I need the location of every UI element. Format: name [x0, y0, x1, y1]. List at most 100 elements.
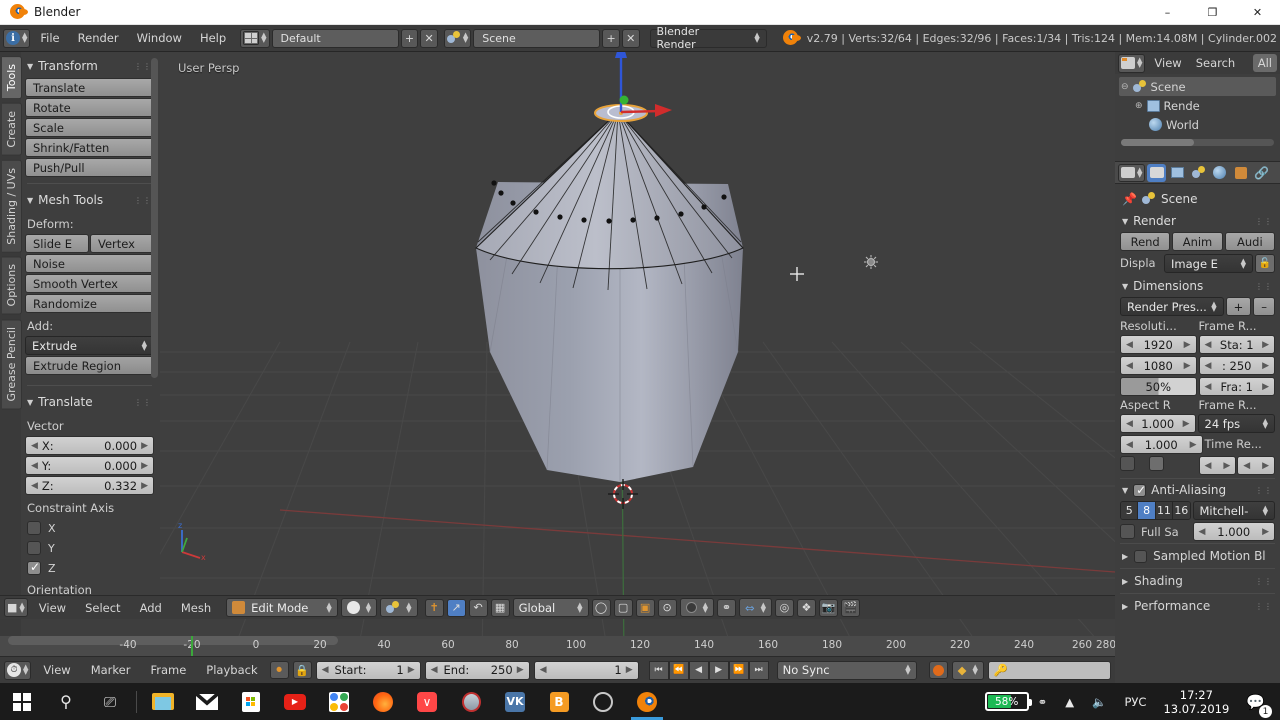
extrude-region-button[interactable]: Extrude Region — [25, 356, 154, 375]
motion-blur-checkbox[interactable] — [1134, 549, 1148, 563]
aliexpress-button[interactable]: ∨ — [405, 683, 449, 720]
tab-tools[interactable]: Tools — [2, 56, 22, 100]
properties-tab-render[interactable] — [1147, 163, 1167, 182]
menu-window[interactable]: Window — [129, 29, 190, 47]
snap-magnet-icon[interactable]: ⚭ — [716, 598, 736, 617]
search-button[interactable]: ⚲ — [44, 683, 88, 720]
keying-set-field[interactable]: 🔑 — [987, 660, 1111, 680]
menu-render[interactable]: Render — [70, 29, 127, 47]
timeline-scrollbar[interactable] — [8, 636, 338, 645]
outliner-item-renderlayers[interactable]: ⊕ Rende — [1119, 96, 1276, 115]
toolshelf-scrollbar-upper[interactable] — [151, 58, 158, 378]
tab-create[interactable]: Create — [2, 103, 22, 156]
prev-keyframe-icon[interactable]: ⏪ — [668, 660, 689, 680]
keyframe-type-selector[interactable]: ◆ ▲ ▼ — [951, 660, 984, 680]
outliner-horizontal-scrollbar[interactable] — [1121, 139, 1274, 146]
properties-tab-world[interactable] — [1210, 164, 1229, 182]
viber-button[interactable]: B — [537, 683, 581, 720]
aa-filter-dropdown[interactable]: Mitchell- ▲ ▼ — [1192, 501, 1275, 520]
time-remap-old-field[interactable]: ◀ ▶ — [1198, 456, 1237, 475]
task-view-button[interactable]: ⎚ — [88, 683, 132, 720]
rotate-button[interactable]: Rotate — [25, 98, 154, 117]
add-scene-button[interactable]: + — [602, 28, 620, 48]
screen-layout-selector[interactable]: ▲ ▼ — [240, 28, 270, 48]
vertex-select-icon[interactable]: ⊙ — [657, 598, 677, 617]
outliner-menu-search[interactable]: Search — [1191, 54, 1241, 72]
jump-start-icon[interactable]: ⏮ — [648, 660, 669, 680]
viewport-shading-selector[interactable]: ▲ ▼ — [340, 598, 378, 617]
properties-tab-scene[interactable] — [1189, 164, 1208, 182]
checkbox-x[interactable] — [27, 521, 41, 535]
render-animation-icon[interactable]: 🎬 — [840, 598, 860, 617]
vector-y-field[interactable]: ◀ Y: 0.000 ▶ — [25, 456, 154, 475]
antialiasing-panel-header[interactable]: ▼ Anti-Aliasing ⋮⋮ — [1120, 478, 1275, 501]
timeline-menu-marker[interactable]: Marker — [83, 661, 139, 679]
checkbox-y[interactable] — [27, 541, 41, 555]
display-mode-dropdown[interactable]: Image E ▲ ▼ — [1164, 254, 1253, 273]
scale-button[interactable]: Scale — [25, 118, 154, 137]
opera-button[interactable] — [449, 683, 493, 720]
translate-manipulator-icon[interactable]: ↗ — [446, 598, 466, 617]
border-checkbox[interactable] — [1120, 456, 1135, 471]
aspect-x-field[interactable]: ◀ 1.000 ▶ — [1120, 414, 1196, 433]
frame-step-field[interactable]: ◀ Fra: 1 ▶ — [1198, 377, 1275, 396]
resolution-percentage-slider[interactable]: 50% — [1120, 377, 1197, 396]
mesh-mirror-icon[interactable]: ❖ — [796, 598, 816, 617]
record-icon[interactable] — [928, 661, 948, 679]
minimize-button[interactable]: – — [1145, 0, 1190, 25]
play-icon[interactable]: ▶ — [708, 660, 729, 680]
tab-grease-pencil[interactable]: Grease Pencil — [2, 318, 22, 410]
translate-button[interactable]: Translate — [25, 78, 154, 97]
collapse-icon[interactable]: ⊖ — [1121, 82, 1129, 92]
clock[interactable]: 17:27 13.07.2019 — [1155, 688, 1237, 716]
proportional-edit-selector[interactable]: ▲ ▼ — [679, 598, 714, 617]
render-preset-dropdown[interactable]: Render Pres... ▲ ▼ — [1120, 297, 1224, 316]
current-frame-field[interactable]: ◀ 1 ▶ — [533, 660, 639, 680]
shading-panel[interactable]: ▶ Shading ⋮⋮ — [1120, 568, 1275, 593]
occlude-geometry-icon[interactable]: ▢ — [613, 598, 633, 617]
aa-sample-11[interactable]: 11 — [1155, 502, 1174, 519]
show-hidden-icons-button[interactable]: ▲ — [1056, 683, 1083, 720]
browser-button[interactable] — [581, 683, 625, 720]
extrude-dropdown[interactable]: Extrude ▲ ▼ — [25, 336, 154, 355]
slide-edge-button[interactable]: Slide E — [25, 234, 89, 253]
manipulator-toggle-icon[interactable]: ✝ — [424, 598, 444, 617]
frame-end-field[interactable]: ◀ : 250 ▶ — [1198, 356, 1275, 375]
crop-checkbox[interactable] — [1149, 456, 1164, 471]
next-keyframe-icon[interactable]: ⏩ — [728, 660, 749, 680]
timeline-ruler[interactable]: -40 -20 0 20 40 60 80 100 120 140 160 18… — [0, 636, 1115, 656]
playhead[interactable] — [191, 636, 193, 656]
viewport-menu-select[interactable]: Select — [77, 599, 128, 617]
vertex-slide-button[interactable]: Vertex — [90, 234, 154, 253]
menu-help[interactable]: Help — [192, 29, 234, 47]
vk-button[interactable]: VK — [493, 683, 537, 720]
scale-manipulator-icon[interactable]: ▦ — [490, 598, 510, 617]
render-engine-selector[interactable]: Blender Render ▲ ▼ — [649, 25, 767, 51]
outliner-editor-type-selector[interactable]: ▲ ▼ — [1118, 53, 1146, 73]
limit-selection-icon[interactable]: ◯ — [591, 598, 611, 617]
resolution-x-field[interactable]: ◀ 1920 ▶ — [1120, 335, 1197, 354]
frame-rate-dropdown[interactable]: 24 fps ▲ ▼ — [1197, 414, 1275, 433]
youtube-button[interactable]: ▶ — [273, 683, 317, 720]
timeline-menu-frame[interactable]: Frame — [142, 661, 194, 679]
timeline-menu-view[interactable]: View — [35, 661, 78, 679]
outliner-item-scene[interactable]: ⊖ Scene — [1119, 77, 1276, 96]
notification-center-button[interactable]: 💬 1 — [1237, 683, 1274, 720]
aa-sample-5[interactable]: 5 — [1121, 502, 1139, 519]
smooth-vertex-button[interactable]: Smooth Vertex — [25, 274, 154, 293]
firefox-button[interactable] — [361, 683, 405, 720]
frame-start-field[interactable]: ◀ Sta: 1 ▶ — [1198, 335, 1275, 354]
viewport-menu-view[interactable]: View — [31, 599, 74, 617]
aa-sample-16[interactable]: 16 — [1173, 502, 1190, 519]
delete-scene-button[interactable]: ✕ — [621, 28, 640, 48]
scene-name-field[interactable]: Scene — [473, 28, 601, 48]
render-panel-header[interactable]: ▼ Render ⋮⋮ — [1120, 210, 1275, 232]
mail-button[interactable] — [185, 683, 229, 720]
vector-x-field[interactable]: ◀ X: 0.000 ▶ — [25, 436, 154, 455]
push-pull-button[interactable]: Push/Pull — [25, 158, 154, 177]
tab-shading-uvs[interactable]: Shading / UVs — [2, 159, 22, 253]
shrink-fatten-button[interactable]: Shrink/Fatten — [25, 138, 154, 157]
start-button[interactable] — [0, 683, 44, 720]
play-reverse-icon[interactable]: ◀ — [688, 660, 709, 680]
delete-screen-button[interactable]: ✕ — [420, 28, 438, 48]
